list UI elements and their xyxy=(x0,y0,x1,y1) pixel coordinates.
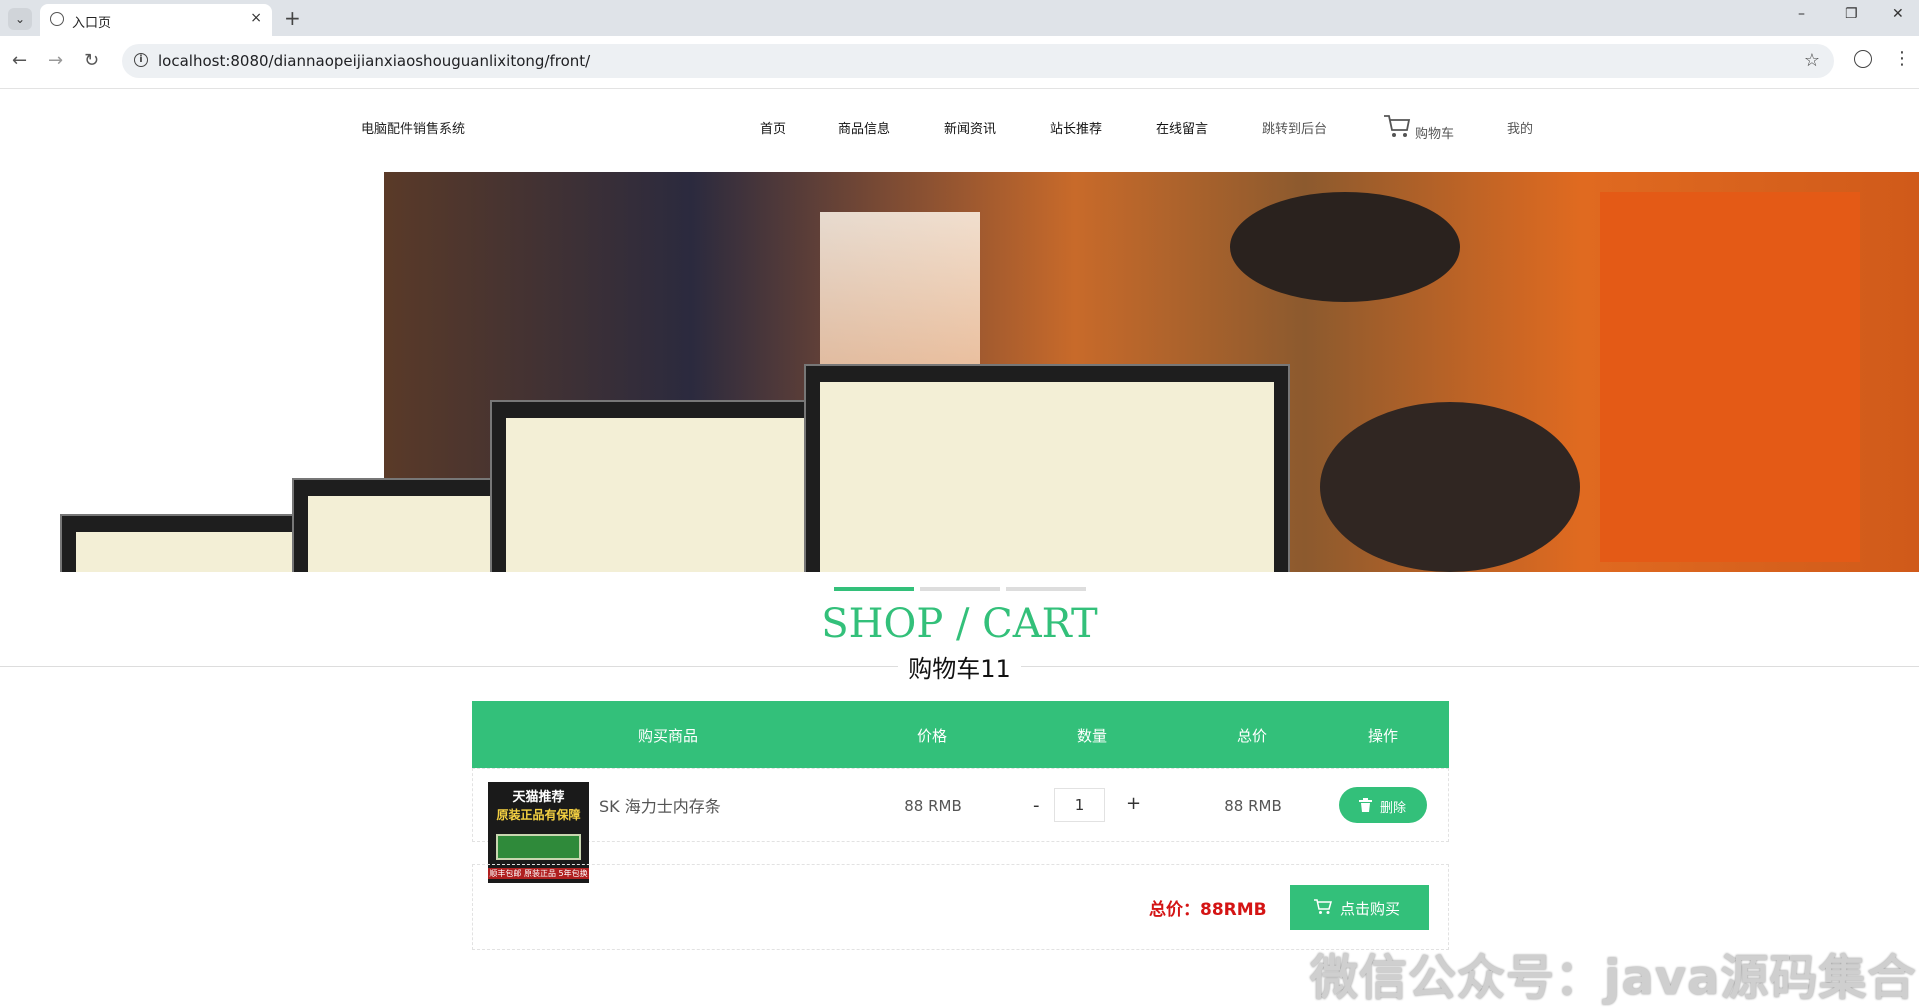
column-header: 操作 xyxy=(1367,727,1399,745)
cart-row: 天猫推荐 原装正品有保障 顺丰包邮 原装正品 5年包换 SK 海力士内存条 88… xyxy=(472,768,1449,883)
product-price: 88 RMB xyxy=(904,797,962,815)
increase-quantity-button[interactable]: + xyxy=(1126,793,1141,814)
carousel-dot[interactable] xyxy=(834,587,914,591)
cart-table-header: 购买商品 价格 数量 总价 操作 xyxy=(472,701,1449,768)
nav-backend[interactable]: 跳转到后台 xyxy=(1262,118,1327,137)
close-window-button[interactable]: ✕ xyxy=(1892,6,1904,22)
thumbnail-text: 原装正品有保障 xyxy=(496,808,581,822)
cart-icon xyxy=(1314,899,1332,914)
buy-label: 点击购买 xyxy=(1340,900,1401,918)
banner-carousel[interactable] xyxy=(0,172,1919,572)
url-text[interactable]: localhost:8080/diannaopeijianxiaoshougua… xyxy=(158,52,590,70)
reload-icon[interactable]: ↻ xyxy=(84,50,99,71)
bookmark-star-icon[interactable]: ☆ xyxy=(1804,50,1820,71)
forward-icon[interactable]: → xyxy=(48,50,63,71)
browser-tab-bar: ⌄ 入口页 × + – ❐ ✕ xyxy=(0,0,1919,36)
browser-tab[interactable]: 入口页 × xyxy=(40,4,272,36)
tab-close-icon[interactable]: × xyxy=(250,10,262,26)
nav-news[interactable]: 新闻资讯 xyxy=(944,118,996,137)
url-bar[interactable]: i localhost:8080/diannaopeijianxiaoshoug… xyxy=(122,44,1834,78)
row-total: 88 RMB xyxy=(1224,797,1282,815)
buy-button[interactable]: 点击购买 xyxy=(1290,885,1429,930)
page-subtitle-wrap: 购物车11 xyxy=(0,649,1919,684)
nav-cart[interactable]: 购物车 xyxy=(1415,123,1454,142)
site-info-icon[interactable]: i xyxy=(134,53,148,67)
page-subtitle: 购物车11 xyxy=(898,655,1021,683)
decrease-quantity-button[interactable]: - xyxy=(1033,795,1040,816)
column-header: 价格 xyxy=(916,727,948,745)
grand-total: 总价：88RMB xyxy=(1149,900,1267,920)
back-icon[interactable]: ← xyxy=(12,50,27,71)
watermark-text: 微信公众号：java源码集合 xyxy=(1310,950,1917,1006)
banner-tire xyxy=(1320,402,1580,572)
banner-tire xyxy=(1230,192,1460,302)
restore-button[interactable]: ❐ xyxy=(1845,6,1858,22)
nav-mine[interactable]: 我的 xyxy=(1507,118,1533,137)
delete-button[interactable]: 删除 xyxy=(1339,787,1427,823)
shopping-cart-icon[interactable] xyxy=(1383,113,1411,139)
column-header: 总价 xyxy=(1236,727,1268,745)
nav-message[interactable]: 在线留言 xyxy=(1156,118,1208,137)
banner-monitor xyxy=(804,364,1290,572)
banner-monitor xyxy=(60,514,310,572)
page-title: SHOP / CART xyxy=(821,601,1098,647)
thumbnail-text: 天猫推荐 xyxy=(512,790,565,805)
banner-control-panel xyxy=(1600,192,1860,562)
ram-module-image xyxy=(496,834,581,860)
column-header: 购买商品 xyxy=(637,727,699,745)
delete-label: 删除 xyxy=(1380,801,1407,816)
tab-list-button[interactable]: ⌄ xyxy=(8,8,32,30)
quantity-input[interactable] xyxy=(1054,788,1105,822)
carousel-dot[interactable] xyxy=(920,587,1000,591)
nav-recommend[interactable]: 站长推荐 xyxy=(1050,118,1102,137)
profile-icon[interactable] xyxy=(1854,50,1872,68)
minimize-button[interactable]: – xyxy=(1798,6,1805,22)
trash-icon xyxy=(1359,798,1372,812)
site-name: 电脑配件销售系统 xyxy=(361,122,466,137)
product-name[interactable]: SK 海力士内存条 xyxy=(599,793,721,817)
tab-title: 入口页 xyxy=(72,16,112,31)
address-bar-row: ← → ↻ i localhost:8080/diannaopeijianxia… xyxy=(0,36,1919,89)
new-tab-button[interactable]: + xyxy=(284,6,301,30)
globe-icon xyxy=(50,12,64,26)
carousel-dot[interactable] xyxy=(1006,587,1086,591)
browser-menu-icon[interactable]: ⋮ xyxy=(1893,48,1911,69)
nav-products[interactable]: 商品信息 xyxy=(838,118,890,137)
cart-summary: 总价：88RMB 点击购买 xyxy=(472,864,1449,950)
column-header: 数量 xyxy=(1076,727,1108,745)
nav-home[interactable]: 首页 xyxy=(760,118,786,137)
